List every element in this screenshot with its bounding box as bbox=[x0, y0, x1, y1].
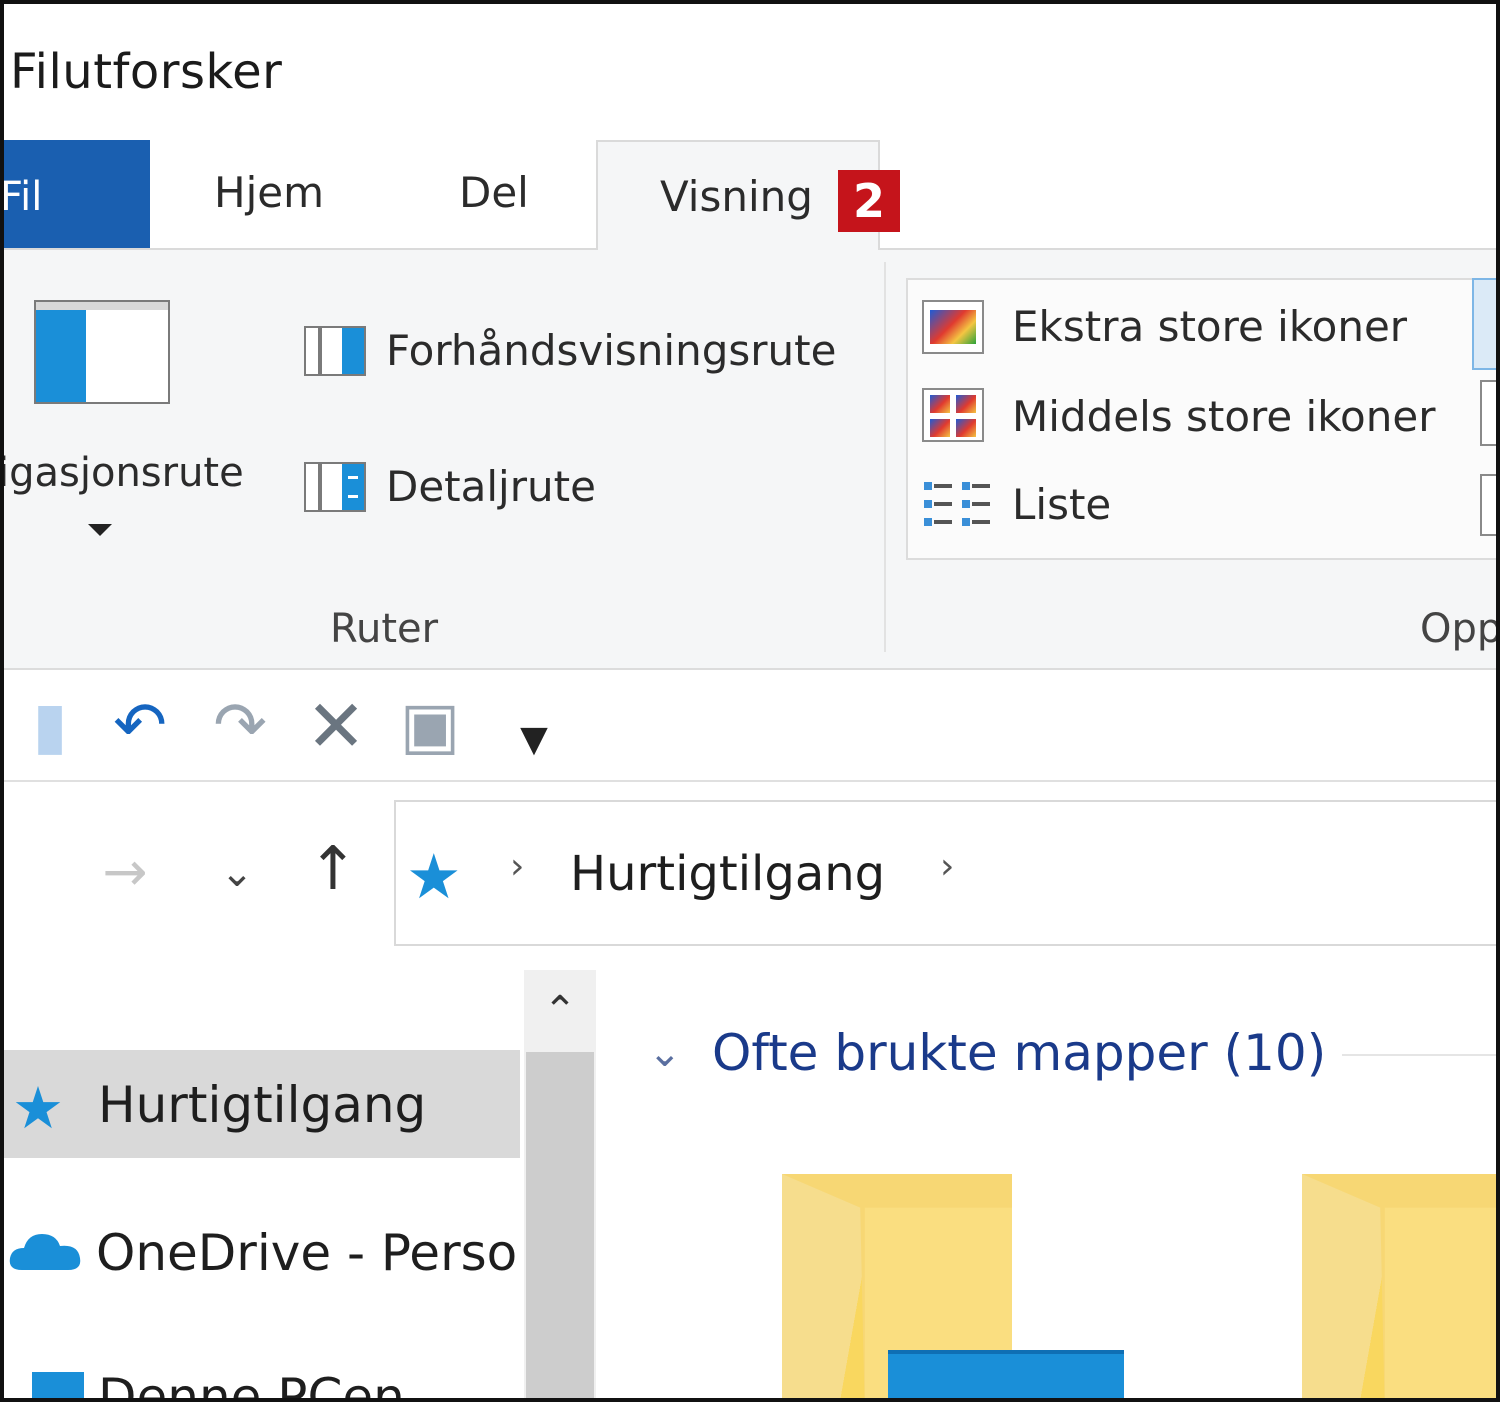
preview-pane-button[interactable]: Forhåndsvisningsrute bbox=[386, 326, 836, 375]
tab-share[interactable]: Del bbox=[459, 168, 529, 217]
details-option-icon[interactable] bbox=[1480, 474, 1496, 536]
scroll-up-chevron-icon[interactable]: ⌃ bbox=[534, 988, 586, 1034]
rename-icon[interactable]: ▣ bbox=[394, 690, 466, 762]
navigation-pane-icon[interactable] bbox=[34, 300, 170, 404]
customize-toolbar-dropdown-icon[interactable]: ▼ bbox=[514, 704, 554, 776]
frequent-folders-group-header[interactable]: Ofte brukte mapper (10) bbox=[712, 1024, 1326, 1082]
preview-pane-icon[interactable] bbox=[304, 326, 366, 376]
layout-group-label: Opp bbox=[1420, 606, 1500, 652]
recent-locations-chevron-icon[interactable]: ⌄ bbox=[202, 850, 272, 896]
ribbon-group-separator bbox=[884, 262, 886, 652]
breadcrumb-chevron-icon[interactable]: › bbox=[510, 846, 524, 887]
tab-home[interactable]: Hjem bbox=[214, 168, 324, 217]
onedrive-cloud-icon bbox=[9, 1234, 81, 1270]
collapse-group-chevron-icon[interactable]: ⌄ bbox=[648, 1030, 682, 1076]
large-icons-option-icon[interactable] bbox=[1472, 278, 1496, 370]
breadcrumb-chevron-icon[interactable]: › bbox=[940, 846, 954, 887]
delete-icon[interactable]: ✕ bbox=[300, 690, 372, 762]
up-arrow-icon[interactable]: ↑ bbox=[298, 834, 368, 904]
file-explorer-window: Filutforsker Fil Hjem Del Visning 2 igas… bbox=[0, 0, 1500, 1402]
tree-item-onedrive[interactable]: OneDrive - Personlig bbox=[96, 1224, 520, 1282]
folder-overlay-icon bbox=[888, 1350, 1124, 1398]
navigation-tree bbox=[4, 970, 524, 1398]
details-pane-button[interactable]: Detaljrute bbox=[386, 462, 596, 511]
extra-large-icons-option[interactable]: Ekstra store ikoner bbox=[1012, 302, 1407, 351]
small-icons-option-icon[interactable] bbox=[1480, 380, 1496, 446]
tab-file[interactable]: Fil bbox=[0, 140, 150, 248]
list-option[interactable]: Liste bbox=[1012, 480, 1111, 529]
group-header-divider bbox=[1342, 1054, 1496, 1056]
navigation-pane-button-label[interactable]: igasjonsrute bbox=[4, 450, 244, 496]
details-pane-icon[interactable] bbox=[304, 462, 366, 512]
redo-icon[interactable]: ↷ bbox=[204, 690, 276, 762]
quick-access-star-icon: ★ bbox=[406, 840, 462, 913]
medium-icons-icon[interactable] bbox=[922, 388, 984, 442]
this-pc-icon bbox=[32, 1372, 84, 1398]
navigation-pane-dropdown-arrow-icon[interactable] bbox=[88, 524, 112, 536]
quick-access-star-icon: ★ bbox=[12, 1074, 64, 1142]
tree-item-label[interactable]: Hurtigtilgang bbox=[98, 1076, 426, 1134]
tab-file-label: Fil bbox=[0, 174, 43, 220]
scrollbar-thumb[interactable] bbox=[526, 1052, 594, 1398]
tree-item-this-pc[interactable]: Denne PCen bbox=[98, 1368, 405, 1398]
undo-icon[interactable]: ↶ bbox=[104, 690, 176, 762]
properties-icon[interactable]: ▮ bbox=[14, 690, 86, 762]
breadcrumb-quick-access[interactable]: Hurtigtilgang bbox=[570, 846, 885, 902]
list-view-icon[interactable] bbox=[920, 476, 994, 534]
panes-group-label: Ruter bbox=[330, 606, 439, 652]
tab-view-label: Visning bbox=[660, 172, 813, 221]
medium-icons-option[interactable]: Middels store ikoner bbox=[1012, 392, 1435, 441]
forward-arrow-icon[interactable]: → bbox=[90, 840, 160, 903]
extra-large-icons-icon[interactable] bbox=[922, 300, 984, 354]
step-number-badge: 2 bbox=[838, 170, 900, 232]
folder-icon[interactable] bbox=[1302, 1174, 1496, 1398]
window-title: Filutforsker bbox=[10, 44, 283, 100]
